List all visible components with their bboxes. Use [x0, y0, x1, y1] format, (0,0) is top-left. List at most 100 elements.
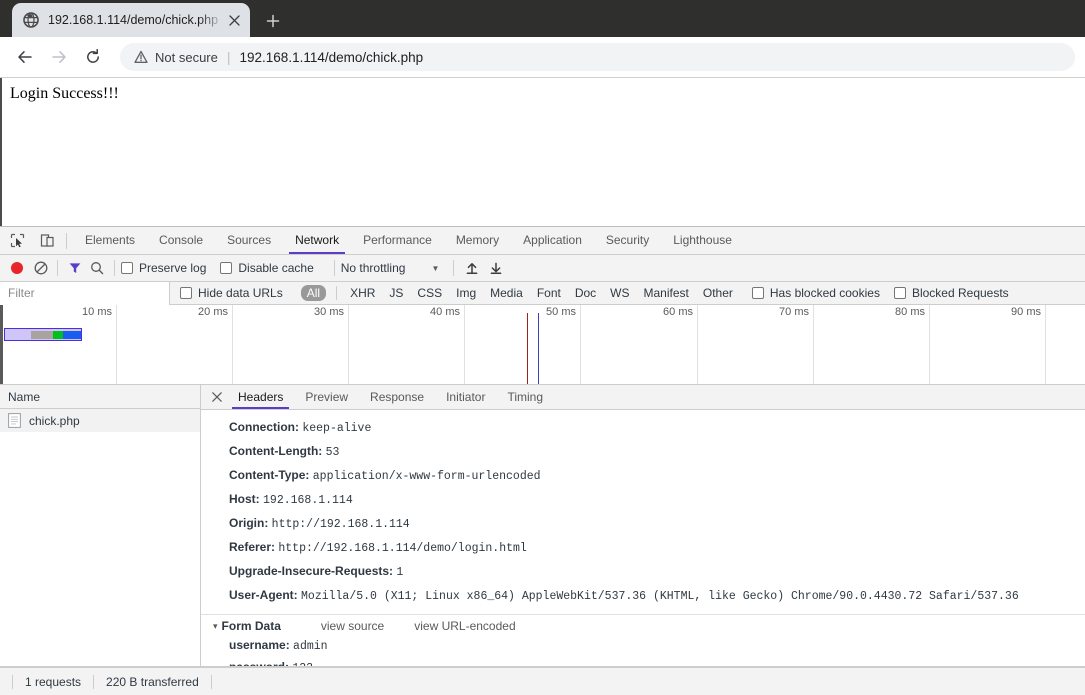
- disable-cache-checkbox[interactable]: Disable cache: [220, 261, 314, 275]
- forward-icon[interactable]: [44, 42, 74, 72]
- request-name: chick.php: [29, 413, 80, 428]
- browser-window: 192.168.1.114/demo/chick.php Not secure …: [0, 0, 1085, 695]
- devtools-tab-security[interactable]: Security: [594, 227, 661, 254]
- filter-type-img[interactable]: Img: [456, 286, 476, 300]
- devtools-tab-sources[interactable]: Sources: [215, 227, 283, 254]
- network-status-bar: 1 requests 220 B transferred: [0, 667, 1085, 695]
- network-overview-timeline[interactable]: 10 ms 20 ms 30 ms 40 ms 50 ms 60 ms 70 m…: [0, 305, 1085, 385]
- address-bar[interactable]: Not secure | 192.168.1.114/demo/chick.ph…: [120, 43, 1075, 71]
- devtools-tabbar: Elements Console Sources Network Perform…: [0, 227, 1085, 255]
- request-column-header-name[interactable]: Name: [0, 385, 200, 409]
- tab-strip: 192.168.1.114/demo/chick.php: [0, 0, 1085, 37]
- chevron-down-icon: ▼: [431, 263, 440, 273]
- transferred-size: 220 B transferred: [106, 674, 199, 689]
- tabbar-divider: [66, 232, 67, 249]
- dom-content-loaded-marker: [527, 313, 528, 384]
- reload-icon[interactable]: [78, 42, 108, 72]
- header-value: http://192.168.1.114/demo/login.html: [278, 542, 527, 555]
- view-source-link[interactable]: view source: [321, 619, 384, 633]
- filter-type-font[interactable]: Font: [537, 286, 561, 300]
- detail-tab-initiator[interactable]: Initiator: [435, 385, 496, 409]
- detail-tab-response[interactable]: Response: [359, 385, 435, 409]
- request-detail-panel: Headers Preview Response Initiator Timin…: [201, 385, 1085, 666]
- checkbox-box: [180, 287, 192, 299]
- network-content: Name chick.php Headers Preview Response …: [0, 385, 1085, 667]
- filter-divider: [336, 286, 338, 300]
- request-list: Name chick.php: [0, 385, 201, 666]
- clear-icon[interactable]: [31, 258, 51, 278]
- devtools-tab-lighthouse[interactable]: Lighthouse: [661, 227, 744, 254]
- close-icon[interactable]: [224, 10, 244, 30]
- filter-type-doc[interactable]: Doc: [575, 286, 596, 300]
- filter-type-manifest[interactable]: Manifest: [644, 286, 689, 300]
- import-har-icon[interactable]: [460, 258, 484, 278]
- timeline-tick-10ms: 10 ms: [82, 306, 112, 318]
- form-data-title: Form Data: [221, 619, 281, 633]
- detail-tab-headers[interactable]: Headers: [227, 385, 294, 409]
- overview-segment-waiting: [31, 330, 53, 339]
- filter-type-media[interactable]: Media: [490, 286, 523, 300]
- devtools-tab-console[interactable]: Console: [147, 227, 215, 254]
- checkbox-box: [751, 287, 764, 299]
- page-body-text: Login Success!!!: [10, 85, 119, 102]
- timeline-tick-40ms: 40 ms: [430, 306, 460, 318]
- preserve-log-checkbox[interactable]: Preserve log: [121, 261, 206, 275]
- export-har-icon[interactable]: [484, 258, 508, 278]
- header-row-user-agent: User-Agent: Mozilla/5.0 (X11; Linux x86_…: [201, 584, 1085, 608]
- search-icon[interactable]: [86, 258, 108, 278]
- detail-tab-timing[interactable]: Timing: [496, 385, 554, 409]
- filter-icon[interactable]: [64, 258, 86, 278]
- overview-segment-download: [53, 330, 63, 339]
- toolbar-divider-2: [114, 260, 115, 276]
- devtools-tab-performance[interactable]: Performance: [351, 227, 444, 254]
- header-row-connection: Connection: keep-alive: [201, 416, 1085, 440]
- header-name: Host:: [229, 492, 260, 506]
- security-status-label: Not secure: [155, 49, 218, 65]
- filter-input[interactable]: Filter: [0, 281, 170, 305]
- has-blocked-cookies-checkbox[interactable]: Has blocked cookies: [751, 286, 880, 300]
- filter-type-all[interactable]: All: [300, 285, 327, 301]
- inspect-element-icon[interactable]: [4, 228, 30, 254]
- filter-type-other[interactable]: Other: [703, 286, 733, 300]
- document-icon: [8, 413, 21, 428]
- filter-type-xhr[interactable]: XHR: [350, 286, 375, 300]
- devtools-tab-application[interactable]: Application: [511, 227, 594, 254]
- new-tab-button[interactable]: [260, 8, 286, 34]
- view-url-encoded-link[interactable]: view URL-encoded: [414, 619, 515, 633]
- device-toolbar-icon[interactable]: [34, 228, 60, 254]
- detail-tab-preview[interactable]: Preview: [294, 385, 359, 409]
- record-button-icon[interactable]: [11, 262, 23, 274]
- disable-cache-label: Disable cache: [238, 261, 314, 275]
- network-filter-row: Filter Hide data URLs All XHR JS CSS Img…: [0, 281, 1085, 305]
- address-bar-url: 192.168.1.114/demo/chick.php: [239, 49, 424, 65]
- blocked-requests-label: Blocked Requests: [911, 286, 1009, 300]
- headers-list: Connection: keep-alive Content-Length: 5…: [201, 410, 1085, 666]
- checkbox-box: [220, 262, 233, 274]
- header-name: Content-Length:: [229, 444, 323, 458]
- close-icon[interactable]: [207, 387, 227, 407]
- devtools-tab-memory[interactable]: Memory: [444, 227, 511, 254]
- table-row[interactable]: chick.php: [0, 409, 200, 432]
- browser-tab[interactable]: 192.168.1.114/demo/chick.php: [12, 3, 250, 37]
- toolbar-divider-4: [453, 260, 455, 276]
- network-toolbar: Preserve log Disable cache No throttling…: [0, 255, 1085, 282]
- blocked-requests-checkbox[interactable]: Blocked Requests: [893, 286, 1009, 300]
- devtools-tab-network[interactable]: Network: [283, 227, 351, 254]
- has-blocked-cookies-label: Has blocked cookies: [769, 286, 880, 300]
- hide-data-urls-label: Hide data URLs: [198, 286, 283, 300]
- checkbox-box: [121, 262, 133, 274]
- form-data-row-username: username: admin: [201, 635, 1085, 657]
- filter-type-js[interactable]: JS: [389, 286, 403, 300]
- filter-type-css[interactable]: CSS: [417, 286, 442, 300]
- timeline-tick-50ms: 50 ms: [546, 306, 576, 318]
- filter-type-ws[interactable]: WS: [610, 286, 629, 300]
- back-icon[interactable]: [10, 42, 40, 72]
- devtools-tab-elements[interactable]: Elements: [73, 227, 147, 254]
- form-data-section-header[interactable]: ▾ Form Data view source view URL-encoded: [201, 614, 1085, 635]
- throttling-dropdown[interactable]: No throttling ▼: [341, 261, 440, 275]
- hide-data-urls-checkbox[interactable]: Hide data URLs: [180, 286, 283, 300]
- chevron-down-icon: ▾: [213, 620, 218, 631]
- overview-segment-total: [63, 330, 81, 339]
- status-divider-right: [210, 674, 212, 689]
- header-value: 192.168.1.114: [263, 494, 353, 507]
